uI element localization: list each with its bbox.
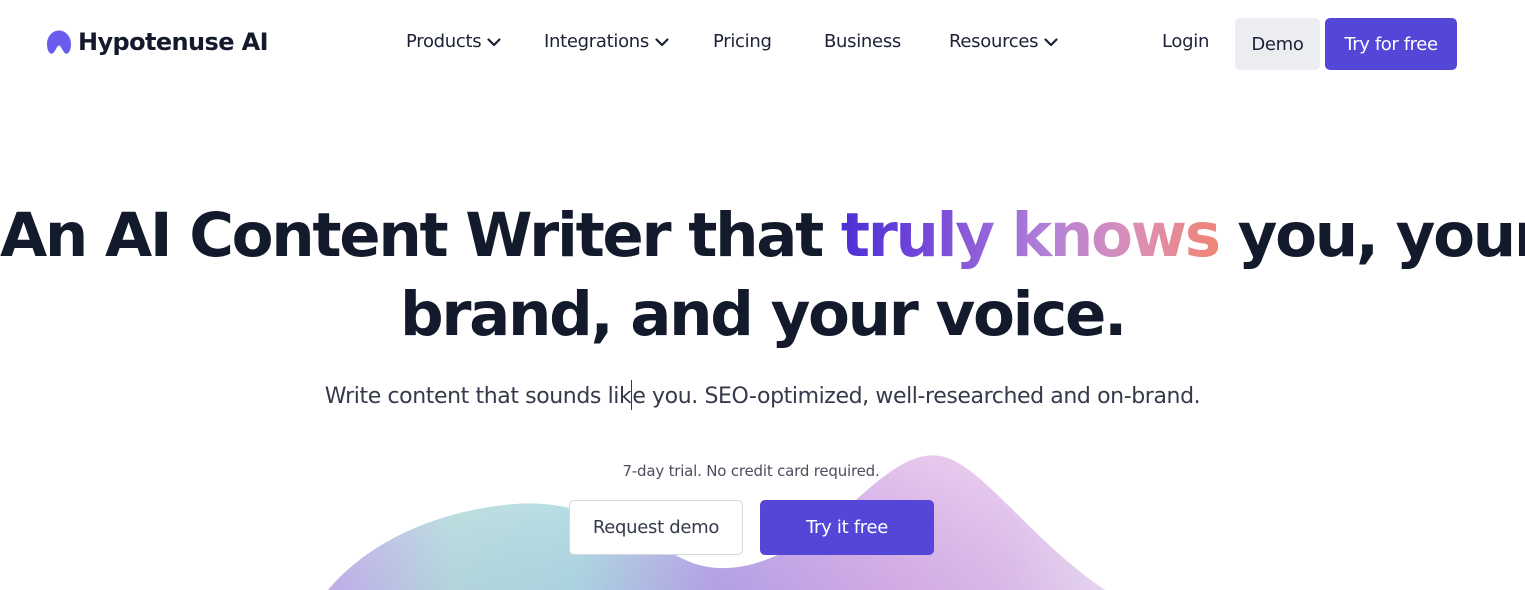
landing-page: Hypotenuse AI Products Integrations Pric… — [0, 0, 1525, 590]
nav-business[interactable]: Business — [824, 31, 901, 52]
nav-pricing[interactable]: Pricing — [713, 31, 772, 52]
chevron-down-icon — [487, 38, 501, 47]
nav-resources[interactable]: Resources — [949, 31, 1058, 52]
nav-business-label: Business — [824, 31, 901, 52]
try-it-free-button[interactable]: Try it free — [760, 500, 934, 555]
nav-products-label: Products — [406, 31, 482, 52]
hero-subtitle-after-caret: e you. SEO-optimized, well-researched an… — [632, 384, 1201, 409]
hero-subtitle-before-caret: Write content that sounds lik — [324, 384, 632, 409]
nav-integrations-label: Integrations — [544, 31, 649, 52]
hero-title-highlight: truly knows — [840, 200, 1221, 271]
hero-title: An AI Content Writer that truly knows yo… — [0, 196, 1525, 354]
nav-resources-label: Resources — [949, 31, 1039, 52]
hero-title-part-1: An AI Content Writer that — [0, 200, 841, 271]
nav-integrations[interactable]: Integrations — [544, 31, 669, 52]
nav-pricing-label: Pricing — [713, 31, 772, 52]
chevron-down-icon — [1044, 38, 1058, 47]
demo-button[interactable]: Demo — [1235, 18, 1320, 70]
hypotenuse-logo-icon — [47, 30, 71, 54]
request-demo-button[interactable]: Request demo — [569, 500, 743, 555]
brand-name: Hypotenuse AI — [78, 28, 269, 56]
brand-logo[interactable]: Hypotenuse AI — [46, 28, 269, 56]
chevron-down-icon — [655, 38, 669, 47]
nav-products[interactable]: Products — [406, 31, 501, 52]
hero-title-part-2: you, your — [1218, 200, 1525, 271]
hero-title-line-1: An AI Content Writer that truly knows yo… — [0, 196, 1525, 275]
try-for-free-button[interactable]: Try for free — [1325, 18, 1457, 70]
login-link[interactable]: Login — [1162, 31, 1209, 52]
trial-note: 7-day trial. No credit card required. — [622, 462, 880, 480]
hero-subtitle: Write content that sounds like you. SEO-… — [0, 380, 1525, 410]
hero-title-line-2: brand, and your voice. — [399, 279, 1127, 350]
